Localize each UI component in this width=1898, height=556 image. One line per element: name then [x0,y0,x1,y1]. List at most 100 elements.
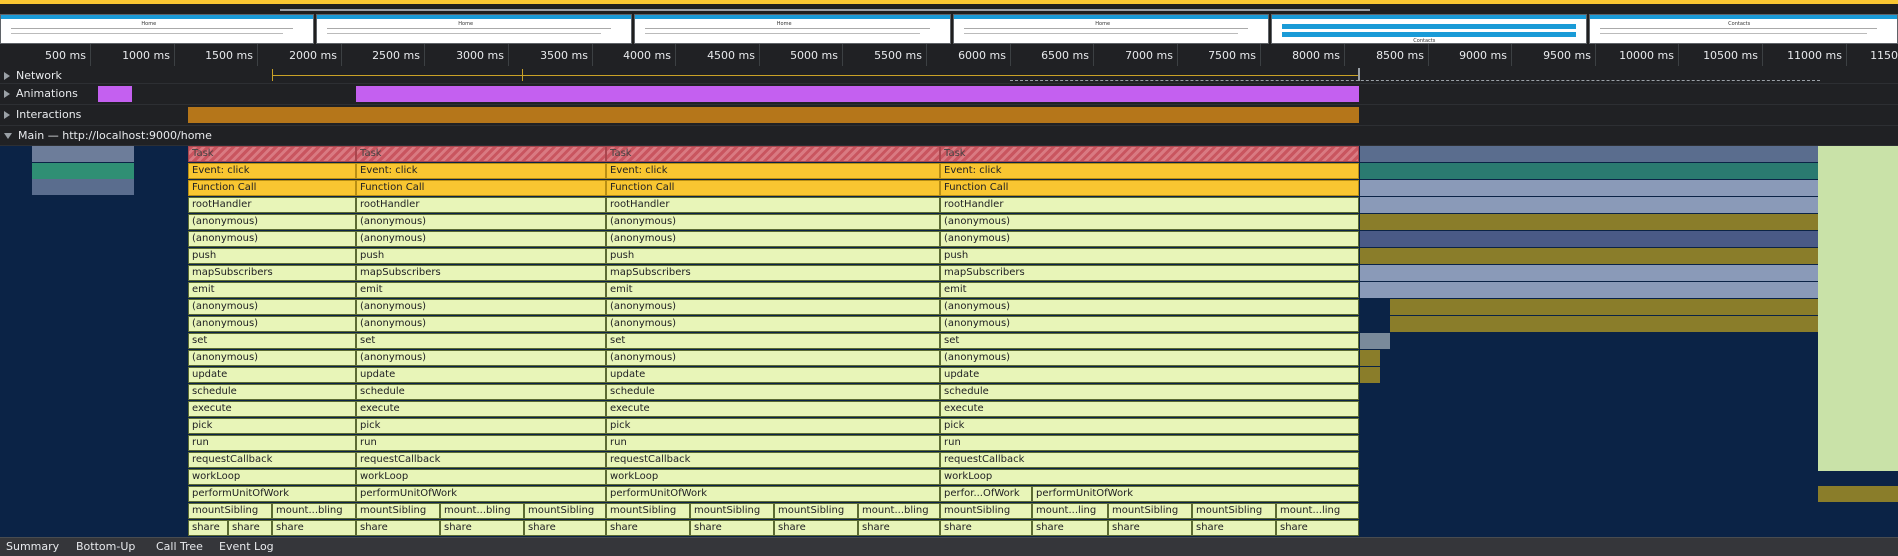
network-track-title[interactable]: Network [4,69,62,82]
stack-frame[interactable]: (anonymous) [940,299,1359,315]
stack-frame[interactable]: emit [940,282,1359,298]
stack-frame[interactable]: performUnitOfWork [606,486,940,502]
screenshot-thumbnail[interactable]: Contacts [1271,14,1587,44]
stack-frame[interactable]: share [228,520,272,536]
stack-frame[interactable]: performUnitOfWork [356,486,606,502]
stack-frame[interactable]: (anonymous) [606,350,940,366]
stack-frame[interactable]: mapSubscribers [188,265,356,281]
stack-frame[interactable]: (anonymous) [356,299,606,315]
stack-frame[interactable]: workLoop [606,469,940,485]
stack-frame[interactable]: requestCallback [188,452,356,468]
stack-frame[interactable]: mountSibling [774,503,858,519]
stack-frame[interactable]: share [356,520,440,536]
tab-bottom-up[interactable]: Bottom-Up [76,540,135,553]
stack-frame[interactable]: rootHandler [188,197,356,213]
stack-frame[interactable]: performUnitOfWork [188,486,356,502]
main-track-title[interactable]: Main — http://localhost:9000/home [4,129,212,142]
stack-frame[interactable]: share [188,520,228,536]
collapse-triangle-icon[interactable] [4,133,12,139]
stack-frame[interactable]: mountSibling [1108,503,1192,519]
filmstrip-scroll-indicator[interactable] [280,9,1370,11]
event-click-entry[interactable]: Event: click [606,163,940,179]
stack-frame[interactable]: mount...bling [440,503,524,519]
task-entry[interactable]: Task [356,146,606,162]
function-call-entry[interactable]: Function Call [940,180,1359,196]
stack-frame[interactable]: run [606,435,940,451]
stack-frame[interactable]: execute [356,401,606,417]
stack-frame[interactable]: schedule [940,384,1359,400]
expand-triangle-icon[interactable] [4,72,10,80]
stack-frame[interactable]: mountSibling [606,503,690,519]
stack-frame[interactable]: share [774,520,858,536]
screenshot-thumbnail[interactable]: Home [0,14,314,44]
stack-frame[interactable]: mountSibling [940,503,1032,519]
stack-frame[interactable]: set [606,333,940,349]
stack-frame[interactable]: set [940,333,1359,349]
stack-frame[interactable]: share [1276,520,1359,536]
stack-frame[interactable]: push [356,248,606,264]
function-call-entry[interactable]: Function Call [188,180,356,196]
function-call-entry[interactable]: Function Call [356,180,606,196]
stack-frame[interactable]: pick [940,418,1359,434]
stack-frame[interactable]: requestCallback [940,452,1359,468]
stack-frame[interactable]: rootHandler [606,197,940,213]
stack-frame[interactable]: perfor...OfWork [940,486,1032,502]
stack-frame[interactable]: emit [356,282,606,298]
stack-frame[interactable]: set [188,333,356,349]
stack-frame[interactable]: requestCallback [606,452,940,468]
stack-frame[interactable]: execute [606,401,940,417]
stack-frame[interactable]: push [606,248,940,264]
stack-frame[interactable]: (anonymous) [356,214,606,230]
event-click-entry[interactable]: Event: click [940,163,1359,179]
animation-bar[interactable] [98,86,132,102]
stack-frame[interactable]: schedule [356,384,606,400]
task-entry[interactable]: Task [606,146,940,162]
stack-frame[interactable]: set [356,333,606,349]
animation-bar[interactable] [356,86,1359,102]
stack-frame[interactable]: share [524,520,606,536]
stack-frame[interactable]: pick [188,418,356,434]
stack-frame[interactable]: share [1192,520,1276,536]
stack-frame[interactable]: mountSibling [188,503,272,519]
task-entry[interactable]: Task [940,146,1359,162]
stack-frame[interactable]: (anonymous) [188,231,356,247]
stack-frame[interactable]: update [606,367,940,383]
flame-chart[interactable]: Task Event: click Function Call rootHandler… [0,146,1898,537]
stack-frame[interactable]: share [440,520,524,536]
stack-frame[interactable]: (anonymous) [940,231,1359,247]
event-click-entry[interactable]: Event: click [188,163,356,179]
stack-frame[interactable]: update [940,367,1359,383]
stack-frame[interactable]: rootHandler [940,197,1359,213]
stack-frame[interactable]: push [940,248,1359,264]
stack-frame[interactable]: share [690,520,774,536]
event-click-entry[interactable]: Event: click [356,163,606,179]
stack-frame[interactable]: emit [188,282,356,298]
tab-summary[interactable]: Summary [6,540,59,553]
task-entry[interactable]: Task [188,146,356,162]
stack-frame[interactable]: (anonymous) [356,350,606,366]
stack-frame[interactable]: share [1108,520,1192,536]
interaction-bar[interactable] [188,107,1359,123]
stack-frame[interactable]: workLoop [188,469,356,485]
stack-frame[interactable]: share [272,520,356,536]
stack-frame[interactable]: requestCallback [356,452,606,468]
network-track[interactable]: Network [0,66,1898,84]
stack-frame[interactable]: (anonymous) [606,316,940,332]
screenshot-thumbnail[interactable]: Home [953,14,1269,44]
stack-frame[interactable]: (anonymous) [356,316,606,332]
stack-frame[interactable]: (anonymous) [188,350,356,366]
stack-frame[interactable]: schedule [606,384,940,400]
stack-frame[interactable]: pick [356,418,606,434]
stack-frame[interactable]: mount...bling [272,503,356,519]
stack-frame[interactable]: workLoop [940,469,1359,485]
function-call-entry[interactable]: Function Call [606,180,940,196]
stack-frame[interactable]: mapSubscribers [356,265,606,281]
stack-frame[interactable]: (anonymous) [940,350,1359,366]
stack-frame[interactable]: emit [606,282,940,298]
stack-frame[interactable]: (anonymous) [940,316,1359,332]
stack-frame[interactable]: execute [940,401,1359,417]
stack-frame[interactable]: (anonymous) [188,316,356,332]
stack-frame[interactable]: workLoop [356,469,606,485]
stack-frame[interactable]: rootHandler [356,197,606,213]
stack-frame[interactable]: mapSubscribers [606,265,940,281]
